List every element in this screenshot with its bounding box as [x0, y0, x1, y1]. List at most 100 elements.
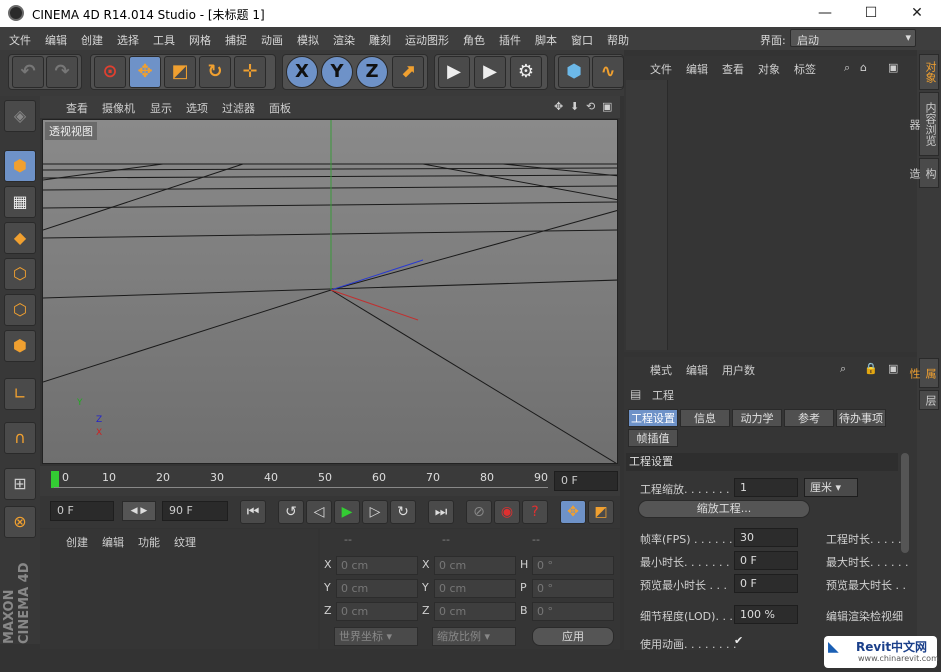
edges-mode-icon[interactable]: ⬡	[4, 294, 36, 326]
menu-select[interactable]: 选择	[117, 32, 139, 48]
menu-mograph[interactable]: 运动图形	[405, 32, 449, 48]
min-time-field[interactable]: 0 F	[734, 551, 798, 570]
next-key-icon[interactable]: ↻	[390, 500, 416, 524]
record-icon[interactable]: ⊘	[466, 500, 492, 524]
lod-field[interactable]: 100 %	[734, 605, 798, 624]
obj-menu-view[interactable]: 查看	[722, 61, 744, 77]
obj-menu-file[interactable]: 文件	[650, 61, 672, 77]
scale-mode-dropdown[interactable]: 缩放比例 ▾	[432, 627, 516, 646]
attr-menu-userdata[interactable]: 用户数	[722, 362, 755, 378]
mat-menu-edit[interactable]: 编辑	[102, 534, 124, 550]
tab-todo[interactable]: 待办事项	[836, 409, 886, 427]
position-z-field[interactable]: 0 cm	[336, 602, 418, 621]
make-editable-icon[interactable]: ◈	[4, 100, 36, 132]
menu-animate[interactable]: 动画	[261, 32, 283, 48]
tab-structure[interactable]: 构造	[908, 158, 939, 188]
new-panel-icon[interactable]: ▣	[888, 362, 898, 375]
previous-key-icon[interactable]: ↺	[278, 500, 304, 524]
size-y-field[interactable]: 0 cm	[434, 579, 516, 598]
tab-attributes[interactable]: 属性	[908, 358, 939, 388]
mat-menu-create[interactable]: 创建	[66, 534, 88, 550]
scale-key-icon[interactable]: ◩	[588, 500, 614, 524]
vp-menu-display[interactable]: 显示	[150, 100, 172, 116]
polygons-mode-icon[interactable]: ⬢	[4, 330, 36, 362]
texture-mode-icon[interactable]: ▦	[4, 186, 36, 218]
obj-menu-tag[interactable]: 标签	[794, 61, 816, 77]
menu-file[interactable]: 文件	[9, 32, 31, 48]
perspective-viewport[interactable]: 透视视图 Y Z X	[42, 119, 618, 464]
transform-icon[interactable]: ✛	[234, 56, 266, 88]
next-frame-icon[interactable]: ▷	[362, 500, 388, 524]
search-icon[interactable]: ⌕	[840, 362, 846, 376]
menu-plugins[interactable]: 插件	[499, 32, 521, 48]
tab-content-browser[interactable]: 内容浏览器	[908, 92, 939, 156]
vp-menu-options[interactable]: 选项	[186, 100, 208, 116]
workplane-mode-icon[interactable]: ◆	[4, 222, 36, 254]
start-frame-field[interactable]: 0 F	[50, 501, 114, 521]
vp-menu-camera[interactable]: 摄像机	[102, 100, 135, 116]
menu-edit[interactable]: 编辑	[45, 32, 67, 48]
menu-help[interactable]: 帮助	[607, 32, 629, 48]
model-mode-icon[interactable]: ⬢	[4, 150, 36, 182]
home-icon[interactable]: ⌂	[860, 61, 867, 74]
mat-menu-function[interactable]: 功能	[138, 534, 160, 550]
attr-menu-mode[interactable]: 模式	[650, 362, 672, 378]
layout-dropdown[interactable]: 启动 ▾	[790, 29, 916, 47]
tab-dynamics[interactable]: 动力学	[732, 409, 782, 427]
vp-move-icon[interactable]: ✥	[554, 100, 563, 113]
position-y-field[interactable]: 0 cm	[336, 579, 418, 598]
snap-icon[interactable]: ⊞	[4, 468, 36, 500]
close-button[interactable]: ✕	[894, 0, 940, 27]
menu-script[interactable]: 脚本	[535, 32, 557, 48]
end-frame-field[interactable]: 90 F	[162, 501, 228, 521]
current-frame-field[interactable]: 0 F	[554, 471, 618, 491]
move-icon[interactable]: ✥	[129, 56, 161, 88]
menu-simulate[interactable]: 模拟	[297, 32, 319, 48]
cube-icon[interactable]: ⬢	[558, 56, 590, 88]
tab-objects[interactable]: 对象	[919, 54, 939, 90]
axis-mode-icon[interactable]: ∟	[4, 378, 36, 410]
minimize-button[interactable]: —	[802, 0, 848, 27]
menu-snap[interactable]: 捕捉	[225, 32, 247, 48]
rotation-p-field[interactable]: 0 °	[532, 579, 614, 598]
workplane-icon[interactable]: ⊗	[4, 506, 36, 538]
new-panel-icon[interactable]: ▣	[888, 61, 898, 74]
scale-icon[interactable]: ◩	[164, 56, 196, 88]
position-x-field[interactable]: 0 cm	[336, 556, 418, 575]
z-axis-lock-icon[interactable]: Z	[356, 56, 388, 88]
magnet-icon[interactable]: ∩	[4, 422, 36, 454]
mat-menu-texture[interactable]: 纹理	[174, 534, 196, 550]
live-selection-icon[interactable]: ⊙	[94, 56, 126, 88]
play-icon[interactable]: ▶	[334, 500, 360, 524]
spline-icon[interactable]: ∿	[592, 56, 624, 88]
tab-layers[interactable]: 层	[919, 390, 939, 410]
tab-project-settings[interactable]: 工程设置	[628, 409, 678, 427]
timeline[interactable]: 0 10 20 30 40 50 60 70 80 90 0 F	[40, 466, 620, 496]
menu-window[interactable]: 窗口	[571, 32, 593, 48]
apply-button[interactable]: 应用	[532, 627, 614, 646]
scale-project-button[interactable]: 缩放工程...	[638, 500, 810, 518]
menu-create[interactable]: 创建	[81, 32, 103, 48]
vp-rotate-icon[interactable]: ⟲	[586, 100, 595, 113]
playhead[interactable]	[51, 471, 59, 488]
unit-dropdown[interactable]: 厘米 ▾	[804, 478, 858, 497]
vp-menu-filter[interactable]: 过滤器	[222, 100, 255, 116]
go-to-end-icon[interactable]: ⏭	[428, 500, 454, 524]
render-picture-viewer-icon[interactable]: ▶	[474, 56, 506, 88]
obj-menu-edit[interactable]: 编辑	[686, 61, 708, 77]
render-settings-icon[interactable]: ⚙	[510, 56, 542, 88]
rotation-b-field[interactable]: 0 °	[532, 602, 614, 621]
tab-key-interpolation[interactable]: 帧插值	[628, 429, 678, 447]
menu-render[interactable]: 渲染	[333, 32, 355, 48]
previous-frame-icon[interactable]: ◁	[306, 500, 332, 524]
menu-tools[interactable]: 工具	[153, 32, 175, 48]
coordinate-system-icon[interactable]: ⬈	[392, 56, 424, 88]
autokey-icon[interactable]: ◉	[494, 500, 520, 524]
menu-mesh[interactable]: 网格	[189, 32, 211, 48]
points-mode-icon[interactable]: ⬡	[4, 258, 36, 290]
frame-range-slider[interactable]: ◀ ▶	[122, 501, 156, 521]
menu-character[interactable]: 角色	[463, 32, 485, 48]
fps-field[interactable]: 30	[734, 528, 798, 547]
vp-maximize-icon[interactable]: ▣	[602, 100, 612, 113]
rotate-icon[interactable]: ↻	[199, 56, 231, 88]
